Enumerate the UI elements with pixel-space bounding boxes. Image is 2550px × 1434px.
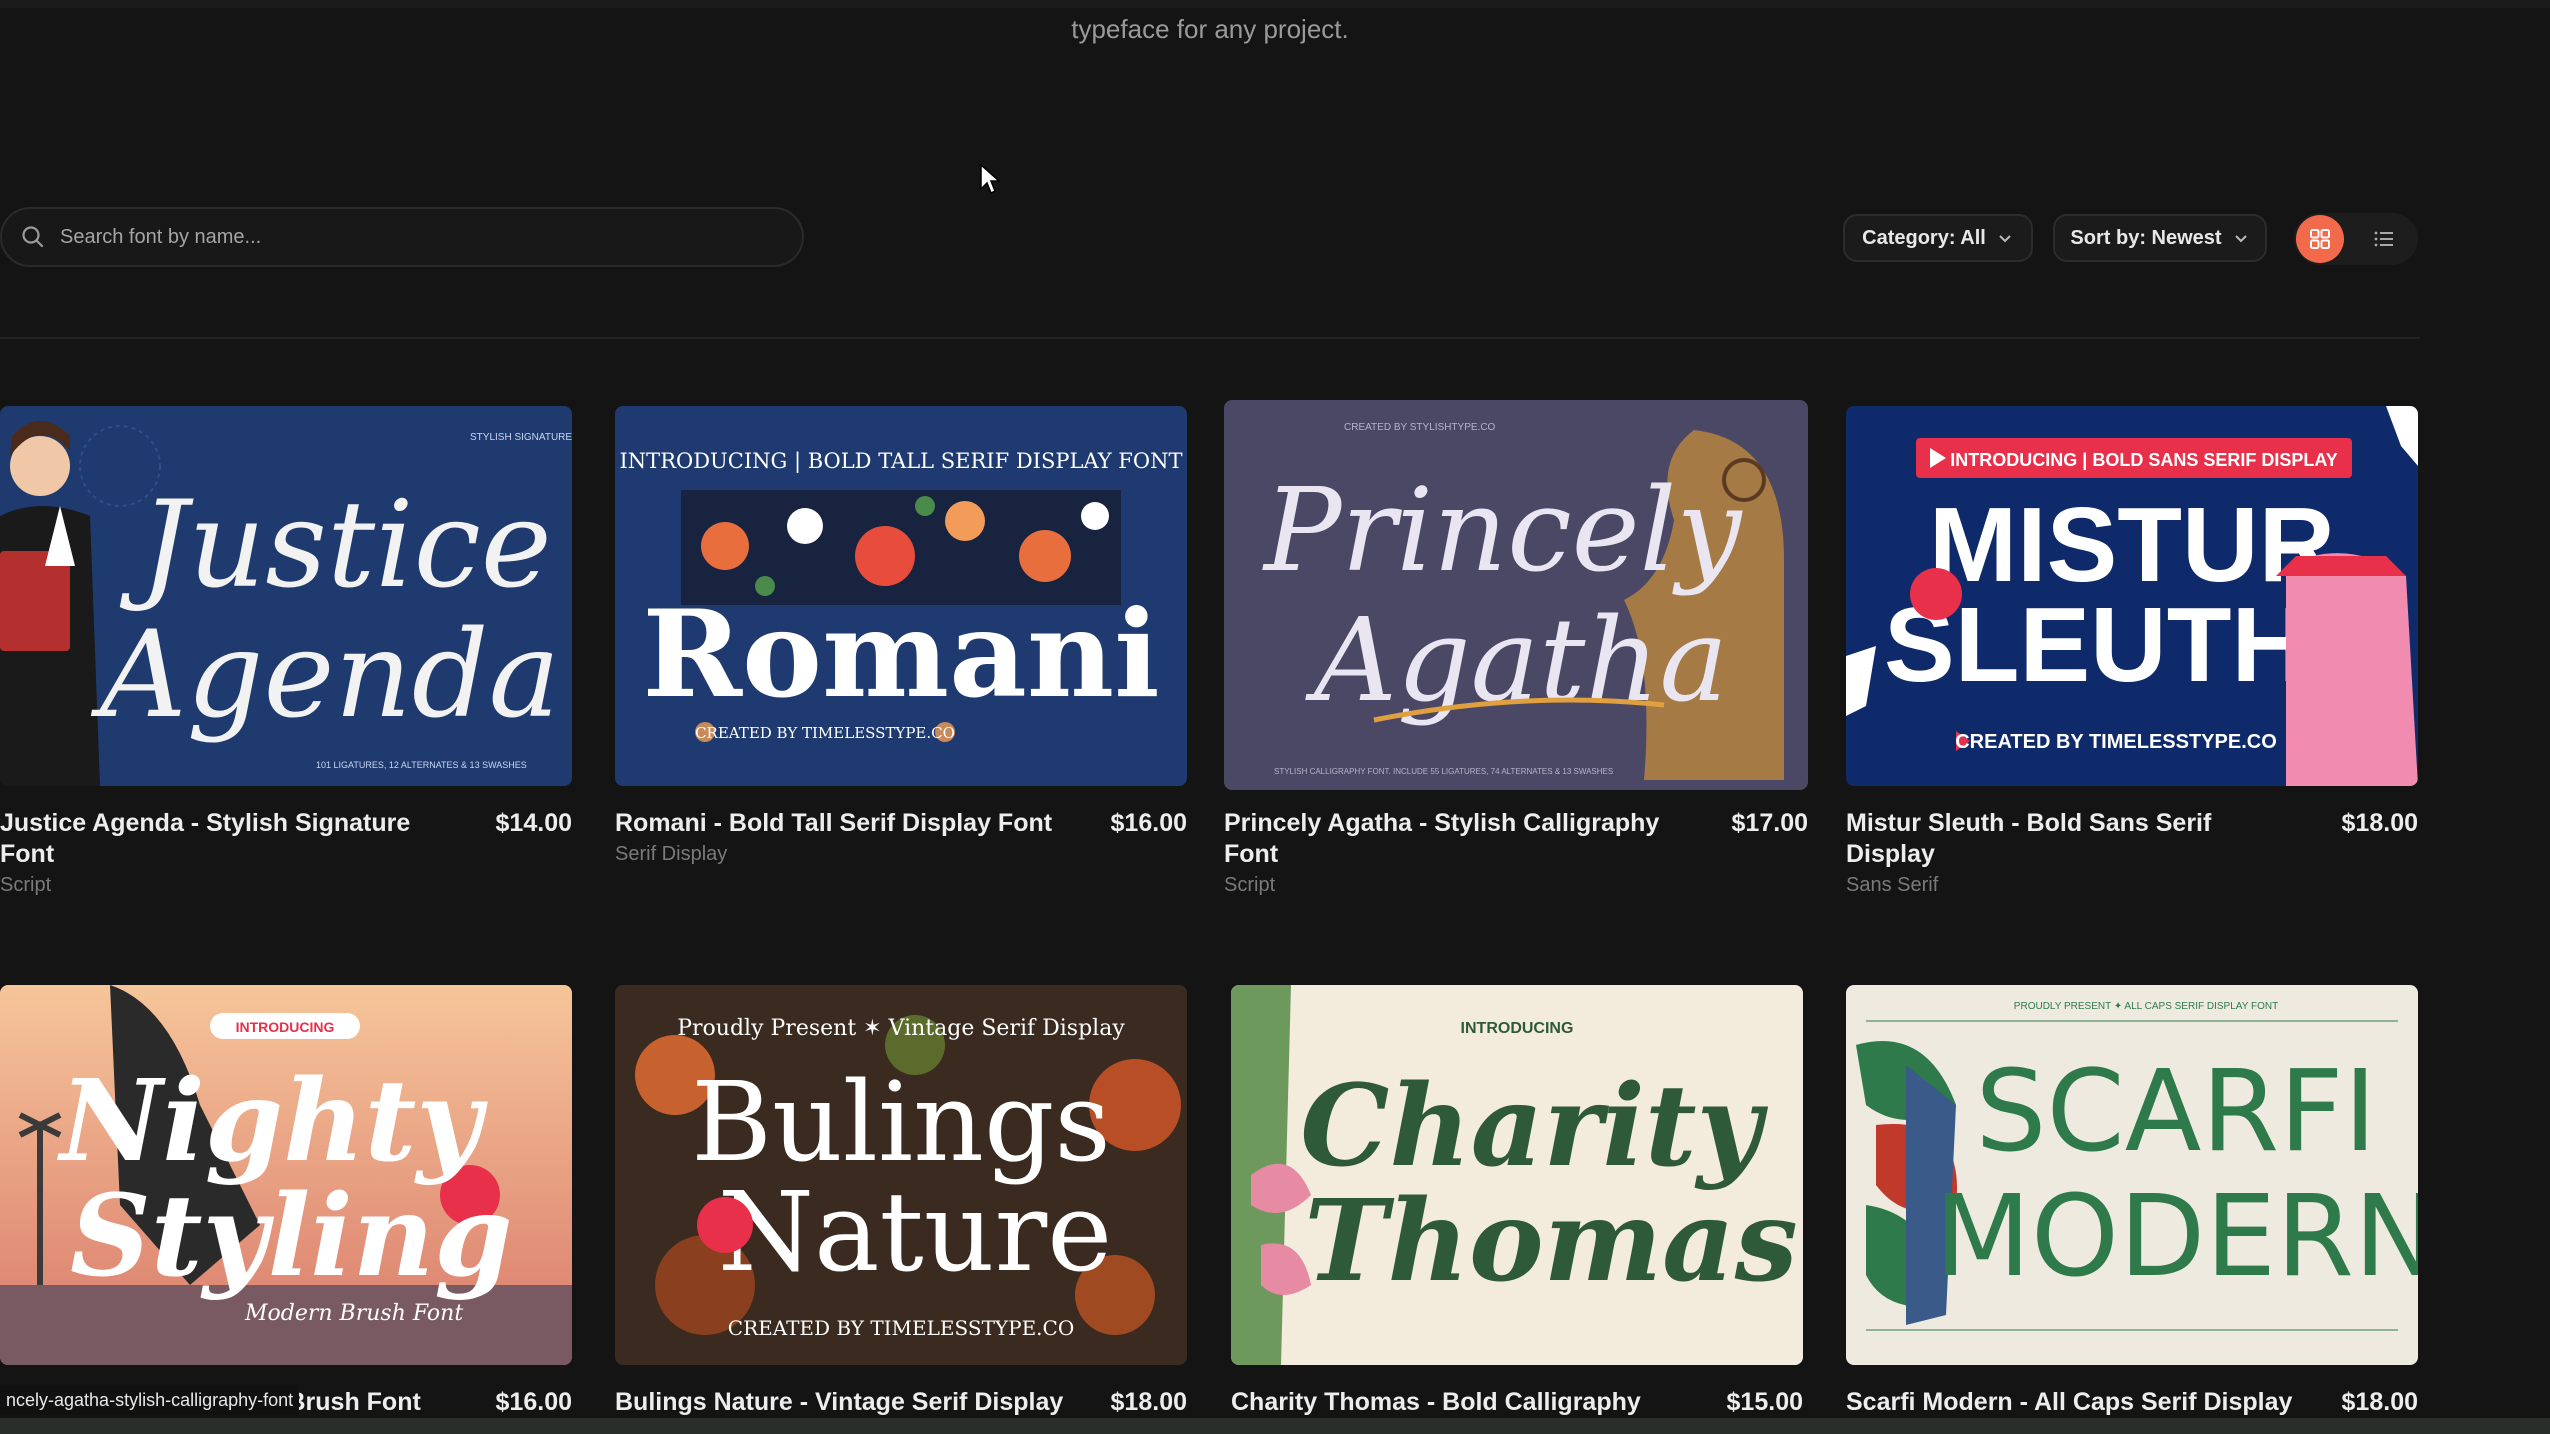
svg-text:101 LIGATURES, 12 ALTERNATES &: 101 LIGATURES, 12 ALTERNATES & 13 SWASHE…	[316, 760, 527, 770]
taskbar	[0, 1418, 2550, 1434]
font-title[interactable]: Scarfi Modern - All Caps Serif Display	[1846, 1387, 2296, 1418]
svg-text:SCARFI: SCARFI	[1975, 1047, 2376, 1177]
font-category: Serif Display	[615, 843, 728, 865]
font-price: $17.00	[1731, 809, 1808, 837]
svg-text:INTRODUCING: INTRODUCING	[236, 1019, 335, 1035]
font-preview-image[interactable]: INTRODUCING | BOLD TALL SERIF DISPLAY FO…	[615, 406, 1187, 786]
font-preview-image[interactable]: PROUDLY PRESENT ✦ ALL CAPS SERIF DISPLAY…	[1846, 985, 2418, 1365]
font-title[interactable]: Romani - Bold Tall Serif Display Font	[615, 808, 1065, 839]
svg-text:Nighty: Nighty	[57, 1056, 488, 1187]
font-price: $16.00	[1110, 809, 1187, 837]
search-input[interactable]	[58, 224, 762, 250]
font-price: $18.00	[1110, 1388, 1187, 1416]
svg-text:MODERN: MODERN	[1934, 1172, 2418, 1302]
font-preview-image[interactable]: CREATED BY STYLISHTYPE.CO Princely Agath…	[1224, 400, 1808, 790]
font-preview-image[interactable]: Proudly Present ✶ Vintage Serif Display …	[615, 985, 1187, 1365]
svg-text:Styling: Styling	[70, 1171, 513, 1302]
font-card[interactable]: CREATED BY STYLISHTYPE.CO Princely Agath…	[1224, 400, 1808, 897]
list-icon	[2374, 231, 2393, 247]
font-preview-image[interactable]: INTRODUCING | BOLD SANS SERIF DISPLAY MI…	[1846, 406, 2418, 786]
font-title[interactable]: Justice Agenda - Stylish Signature Font	[0, 808, 450, 870]
grid-view-button[interactable]	[2296, 215, 2344, 263]
chevron-down-icon	[1999, 235, 2011, 243]
font-card[interactable]: INTRODUCING | BOLD TALL SERIF DISPLAY FO…	[615, 406, 1187, 866]
search-icon	[22, 226, 44, 248]
font-title[interactable]: Bulings Nature - Vintage Serif Display	[615, 1387, 1065, 1418]
svg-text:Agenda: Agenda	[90, 606, 560, 745]
svg-text:INTRODUCING | BOLD TALL SERIF: INTRODUCING | BOLD TALL SERIF DISPLAY FO…	[620, 449, 1183, 474]
font-card[interactable]: INTRODUCING | BOLD SANS SERIF DISPLAY MI…	[1846, 406, 2418, 897]
font-card[interactable]: PROUDLY PRESENT ✦ ALL CAPS SERIF DISPLAY…	[1846, 985, 2418, 1418]
font-price: $18.00	[2341, 809, 2418, 837]
svg-text:STYLISH CALLIGRAPHY FONT. INCL: STYLISH CALLIGRAPHY FONT. INCLUDE 55 LIG…	[1274, 767, 1613, 776]
category-dropdown-label: Category: All	[1862, 226, 1986, 249]
sort-dropdown[interactable]: Sort by: Newest	[2053, 214, 2267, 262]
svg-text:STYLISH SIGNATURE FONT: STYLISH SIGNATURE FONT	[470, 432, 572, 443]
font-preview-image[interactable]: STYLISH SIGNATURE FONT Justice Agenda 10…	[0, 406, 572, 786]
font-category: Script	[1224, 874, 1276, 896]
svg-text:INTRODUCING: INTRODUCING	[1461, 1020, 1574, 1037]
font-card[interactable]: STYLISH SIGNATURE FONT Justice Agenda 10…	[0, 406, 572, 897]
svg-text:Modern Brush Font: Modern Brush Font	[244, 1301, 463, 1326]
font-price: $14.00	[495, 809, 572, 837]
svg-text:Thomas: Thomas	[1304, 1176, 1798, 1307]
font-price: $18.00	[2341, 1388, 2418, 1416]
svg-text:Charity: Charity	[1300, 1061, 1768, 1192]
font-title[interactable]: Mistur Sleuth - Bold Sans Serif Display	[1846, 808, 2296, 870]
font-preview-image[interactable]: INTRODUCING Nighty Styling Modern Brush …	[0, 985, 572, 1365]
font-title[interactable]: Charity Thomas - Bold Calligraphy	[1231, 1387, 1681, 1418]
svg-text:Bulings: Bulings	[691, 1058, 1111, 1186]
svg-text:CREATED BY TIMELESSTYPE.CO: CREATED BY TIMELESSTYPE.CO	[728, 1316, 1074, 1340]
svg-text:Proudly Present ✶ Vintage Seri: Proudly Present ✶ Vintage Serif Display	[677, 1016, 1125, 1041]
font-preview-image[interactable]: INTRODUCING Charity Thomas	[1231, 985, 1803, 1365]
hero-tagline: typeface for any project.	[1071, 14, 1349, 44]
search-bar[interactable]	[0, 207, 804, 267]
font-card[interactable]: INTRODUCING Nighty Styling Modern Brush …	[0, 985, 572, 1418]
svg-text:Romani: Romani	[642, 584, 1159, 725]
svg-text:Agatha: Agatha	[1305, 594, 1728, 728]
svg-text:CREATED BY TIMELESSTYPE.CO: CREATED BY TIMELESSTYPE.CO	[695, 724, 955, 742]
font-category: Script	[0, 874, 52, 896]
mouse-cursor-icon	[980, 163, 1001, 195]
svg-text:CREATED BY STYLISHTYPE.CO: CREATED BY STYLISHTYPE.CO	[1344, 422, 1496, 433]
grid-icon	[2310, 229, 2330, 249]
sort-dropdown-label: Sort by: Newest	[2070, 226, 2222, 249]
link-status-tooltip: ncely-agatha-stylish-calligraphy-font	[0, 1385, 300, 1415]
svg-text:PROUDLY PRESENT ✦ ALL CAPS SER: PROUDLY PRESENT ✦ ALL CAPS SERIF DISPLAY…	[2014, 1001, 2278, 1012]
svg-text:Nature: Nature	[718, 1168, 1113, 1296]
svg-text:INTRODUCING | BOLD SANS SERIF: INTRODUCING | BOLD SANS SERIF DISPLAY	[1950, 450, 2337, 470]
top-edge	[0, 0, 2550, 8]
toolbar-divider	[0, 337, 2420, 339]
list-view-button[interactable]	[2360, 215, 2408, 263]
svg-text:Justice: Justice	[119, 476, 552, 615]
font-price: $15.00	[1726, 1388, 1803, 1416]
svg-text:CREATED BY TIMELESSTYPE.CO: CREATED BY TIMELESSTYPE.CO	[1955, 731, 2277, 753]
chevron-down-icon	[2234, 235, 2247, 243]
font-title[interactable]: Princely Agatha - Stylish Calligraphy Fo…	[1224, 808, 1674, 870]
font-category: Sans Serif	[1846, 874, 1939, 896]
svg-text:Princely: Princely	[1262, 464, 1743, 598]
category-dropdown[interactable]: Category: All	[1843, 214, 2033, 262]
font-card[interactable]: Proudly Present ✶ Vintage Serif Display …	[615, 985, 1187, 1418]
font-price: $16.00	[495, 1388, 572, 1416]
font-card[interactable]: INTRODUCING Charity Thomas Charity Thoma…	[1231, 985, 1803, 1418]
